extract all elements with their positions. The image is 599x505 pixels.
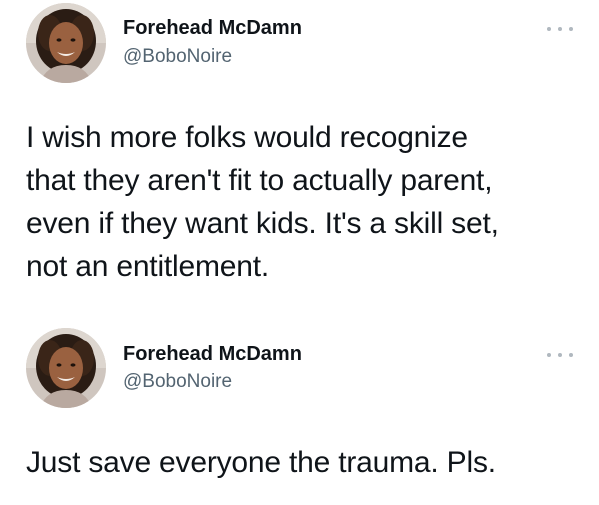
tweet-text: Just save everyone the trauma. Pls.: [26, 441, 586, 484]
author-handle[interactable]: @BoboNoire: [123, 46, 232, 68]
tweet-text-line: even if they want kids. It's a skill set…: [26, 207, 499, 240]
dot: [569, 353, 573, 357]
avatar[interactable]: [26, 328, 106, 408]
tweet-text-line: that they aren't fit to actually parent,: [26, 164, 493, 197]
dot: [547, 353, 551, 357]
avatar[interactable]: [26, 3, 106, 83]
tweet[interactable]: Forehead McDamn @BoboNoire Just save eve…: [0, 320, 599, 505]
tweet[interactable]: Forehead McDamn @BoboNoire I wish more f…: [0, 0, 599, 320]
dot: [547, 27, 551, 31]
more-options-icon[interactable]: [547, 350, 573, 360]
more-options-icon[interactable]: [547, 24, 573, 34]
dot: [558, 353, 562, 357]
author-name[interactable]: Forehead McDamn: [123, 343, 302, 366]
dot: [558, 27, 562, 31]
profile-photo-icon: [26, 328, 106, 408]
tweet-text: I wish more folks would recognize that t…: [26, 116, 586, 288]
author-handle[interactable]: @BoboNoire: [123, 371, 232, 393]
tweet-text-line: Just save everyone the trauma. Pls.: [26, 446, 496, 479]
author-name[interactable]: Forehead McDamn: [123, 17, 302, 40]
profile-photo-icon: [26, 3, 106, 83]
tweet-text-line: not an entitlement.: [26, 250, 270, 283]
dot: [569, 27, 573, 31]
tweet-text-line: I wish more folks would recognize: [26, 121, 468, 154]
